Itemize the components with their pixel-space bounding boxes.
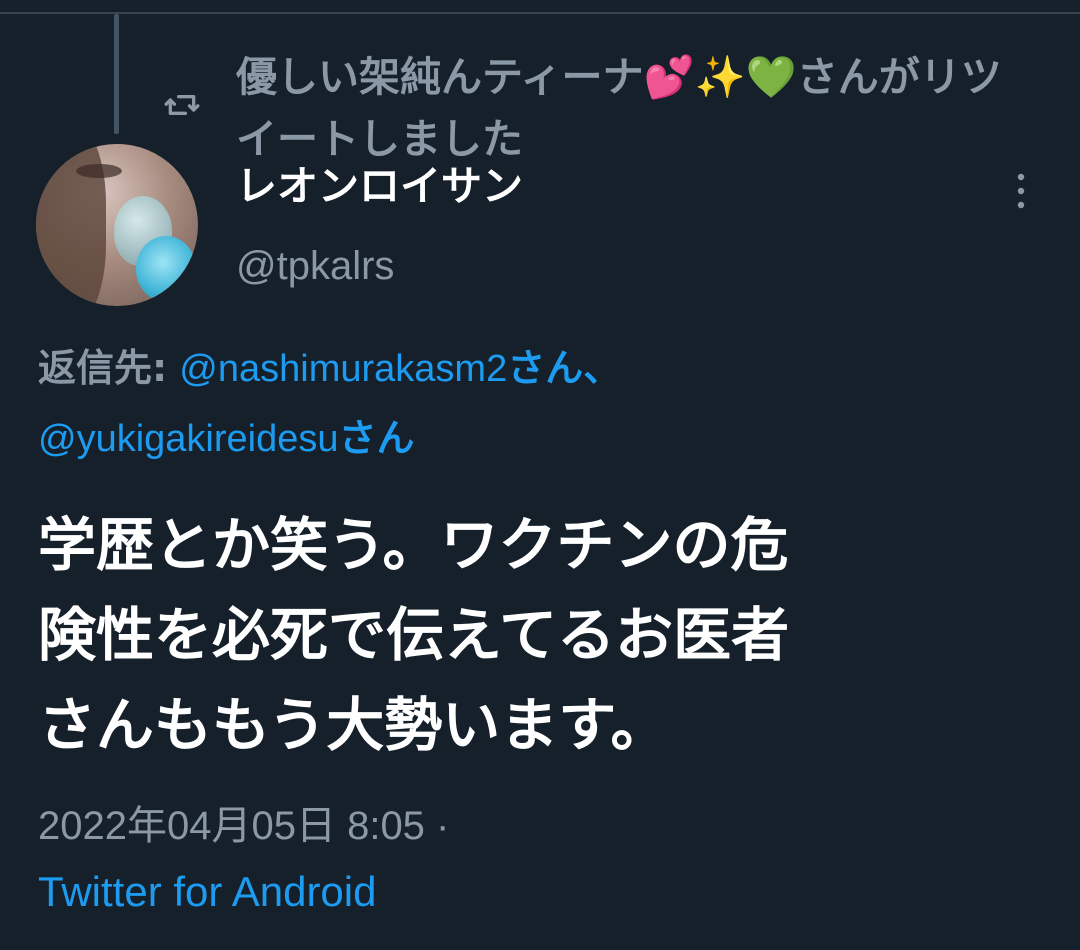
reply-prefix: 返信先: (38, 346, 168, 390)
mention-suffix-2: さん (338, 416, 415, 460)
retweeter-name: 優しい架純んティーナ (236, 53, 644, 101)
reply-to-line-2: @yukigakireidesuさん (38, 408, 1058, 469)
mention-suffix-1: さん、 (507, 346, 622, 390)
tweet-source-link[interactable]: Twitter for Android (38, 862, 376, 922)
retweet-attribution[interactable]: 優しい架純んティーナ💕✨💚さんがリツ イートしました (236, 46, 1056, 170)
author-display-name[interactable]: レオンロイサン (236, 156, 523, 216)
retweet-icon (164, 95, 200, 116)
tweet-text-line: 学歴とか笑う。ワクチンの危 (38, 511, 789, 579)
author-username[interactable]: @tpkalrs (236, 236, 394, 296)
more-vertical-icon[interactable] (1008, 170, 1034, 212)
avatar[interactable] (36, 144, 198, 306)
retweet-suffix-1: さんがリツ (796, 53, 1002, 101)
tweet-text-line: 険性を必死で伝えてるお医者 (38, 601, 790, 669)
mention-link-1[interactable]: @nashimurakasm2 (179, 348, 507, 390)
mention-link-2[interactable]: @yukigakireidesu (38, 418, 339, 460)
tweet-timestamp[interactable]: 2022年04月05日 8:05 · (38, 796, 449, 856)
tweet-text: 学歴とか笑う。ワクチンの危 険性を必死で伝えてるお医者 さんももう大勢います。 (38, 500, 1048, 770)
avatar-eye (76, 164, 122, 178)
two-hearts-emoji: 💕 (643, 53, 695, 101)
sparkles-emoji: ✨ (694, 53, 746, 101)
reply-to-line-1: 返信先: @nashimurakasm2さん、 (38, 338, 1058, 399)
thread-connector-line (114, 14, 119, 134)
avatar-bird-blue (136, 236, 196, 302)
green-heart-emoji: 💚 (745, 53, 797, 101)
tweet-text-line: さんももう大勢います。 (38, 691, 669, 759)
top-divider (0, 12, 1080, 14)
